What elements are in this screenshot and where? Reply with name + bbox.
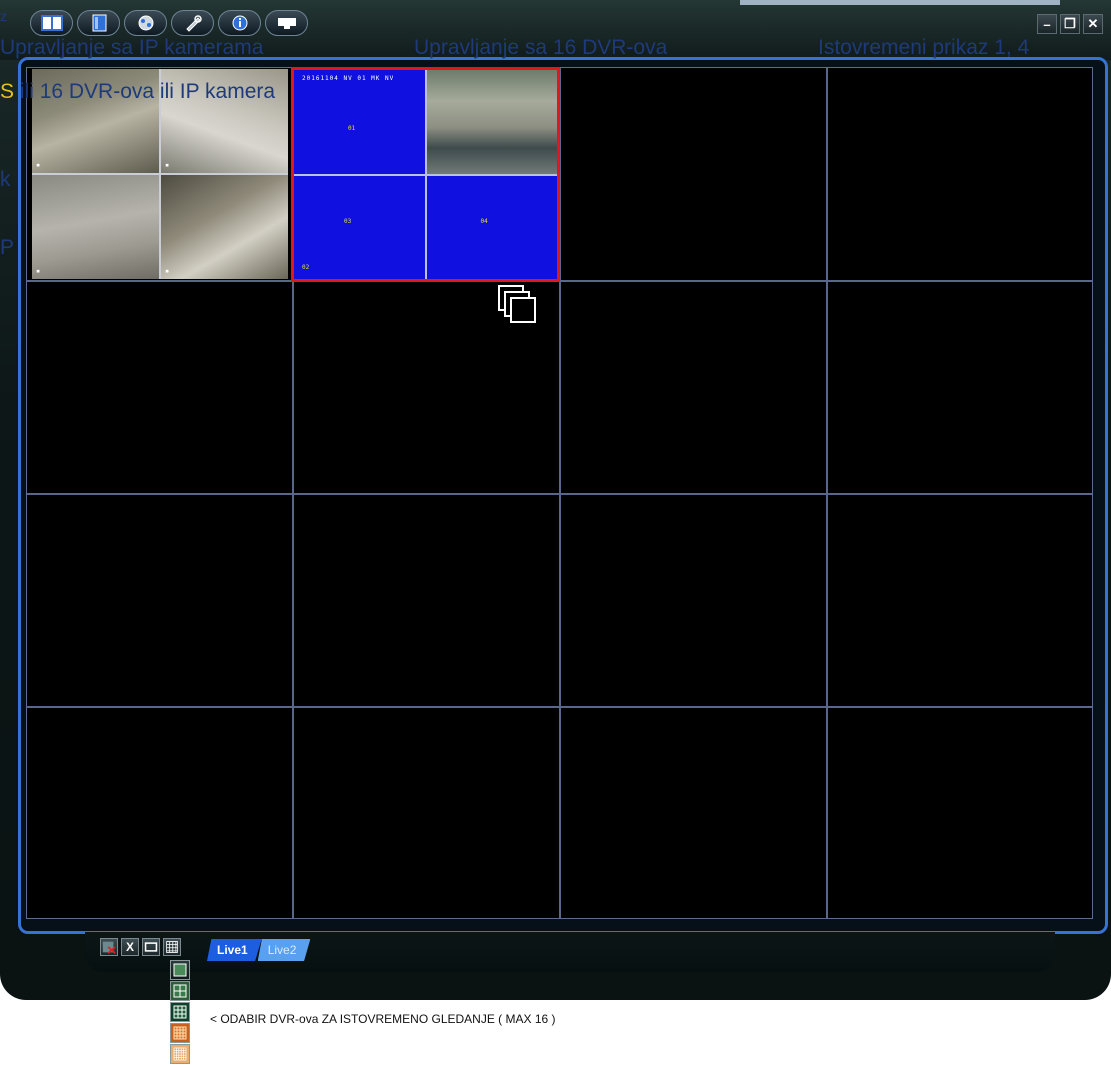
- channel-label: 01: [348, 125, 356, 132]
- info-icon: [232, 15, 247, 31]
- close-all-button[interactable]: X: [121, 938, 139, 956]
- grid-view-icon: [166, 941, 178, 953]
- camera-feed: ▪: [161, 175, 288, 279]
- book-icon: [92, 14, 106, 32]
- record-button[interactable]: [100, 938, 118, 956]
- caption-ip-cameras: Upravljanje sa IP kamerama: [0, 36, 264, 59]
- layout-4-button[interactable]: [170, 981, 190, 1001]
- dvr-quad-tile-selected[interactable]: 20161104 NV 01 MK NV 01 03 02 04: [291, 67, 560, 282]
- channel-label: 02: [302, 264, 310, 271]
- caption-line2-lead: S: [0, 80, 15, 103]
- layout-1-button[interactable]: [170, 960, 190, 980]
- info-button[interactable]: [218, 10, 261, 36]
- layout-25-icon: [173, 1047, 187, 1061]
- single-view-icon: [144, 942, 158, 952]
- left-fragment: k: [0, 168, 11, 191]
- close-button[interactable]: ✕: [1083, 14, 1103, 34]
- network-button[interactable]: [124, 10, 167, 36]
- no-signal-channel: 03 02: [294, 175, 425, 279]
- grid-divider: [27, 493, 1092, 495]
- top-strip: [740, 0, 1060, 5]
- channel-label: 04: [480, 217, 488, 225]
- grid-divider: [27, 706, 1092, 708]
- channel-label: 03: [344, 217, 352, 225]
- left-fragment: P: [0, 236, 15, 259]
- layout-16-button[interactable]: [170, 1023, 190, 1043]
- window-controls: – ❐ ✕: [1037, 14, 1103, 34]
- book-button[interactable]: [77, 10, 120, 36]
- restore-button[interactable]: ❐: [1060, 14, 1080, 34]
- layout-button[interactable]: [30, 10, 73, 36]
- tools-icon: [185, 15, 202, 32]
- drag-copy-cursor-icon: [498, 285, 536, 323]
- tile-osd-header: 20161104 NV 01 MK NV: [302, 75, 395, 82]
- main-toolbar: [30, 10, 308, 38]
- layout-9-icon: [173, 1005, 187, 1019]
- network-icon: [138, 15, 153, 31]
- layout-9-button[interactable]: [170, 1002, 190, 1022]
- tab-live1[interactable]: Live1: [207, 939, 262, 961]
- keyboard-button[interactable]: [265, 10, 308, 36]
- caption-line2: S ili 16 DVR-ova ili IP kamera: [0, 80, 275, 104]
- dvr-client-window: – ❐ ✕ ▪ ▪ ▪ ▪ 20161104 NV 01 MK NV 01 03…: [0, 0, 1111, 1000]
- close-all-icon: X: [125, 940, 134, 954]
- no-signal-channel: 20161104 NV 01 MK NV 01: [294, 70, 425, 174]
- caption-simultaneous: Istovremeni prikaz 1, 4: [818, 36, 1030, 59]
- keyboard-icon: [277, 18, 296, 29]
- feed-osd: ▪: [165, 267, 170, 275]
- caption-line2-text: ili 16 DVR-ova ili IP kamera: [19, 80, 276, 103]
- live-tabs: Live1 Live2: [207, 939, 311, 961]
- layout-1-icon: [173, 963, 187, 977]
- caption-dvr16: Upravljanje sa 16 DVR-ova: [414, 36, 668, 59]
- no-signal-channel: 04: [426, 175, 557, 279]
- layout-4-icon: [173, 984, 187, 998]
- minimize-button[interactable]: –: [1037, 14, 1057, 34]
- layout-25-button[interactable]: [170, 1044, 190, 1064]
- dvr-live-feed: [426, 70, 557, 174]
- layout-icon: [40, 15, 63, 31]
- grid-view-button[interactable]: [163, 938, 181, 956]
- feed-osd: ▪: [36, 267, 41, 275]
- tab-live2[interactable]: Live2: [257, 939, 311, 961]
- layout-16-icon: [173, 1026, 187, 1040]
- record-icon: [102, 941, 116, 954]
- feed-osd: ▪: [36, 161, 41, 169]
- camera-feed: ▪: [32, 175, 159, 279]
- left-fragment: z: [0, 8, 7, 24]
- tools-button[interactable]: [171, 10, 214, 36]
- feed-osd: ▪: [165, 161, 170, 169]
- layout-selector: [170, 960, 192, 1065]
- single-view-button[interactable]: [142, 938, 160, 956]
- dvr-selection-note: < ODABIR DVR-ova ZA ISTOVREMENO GLEDANJE…: [210, 1012, 556, 1026]
- bottom-icons: X: [100, 938, 181, 956]
